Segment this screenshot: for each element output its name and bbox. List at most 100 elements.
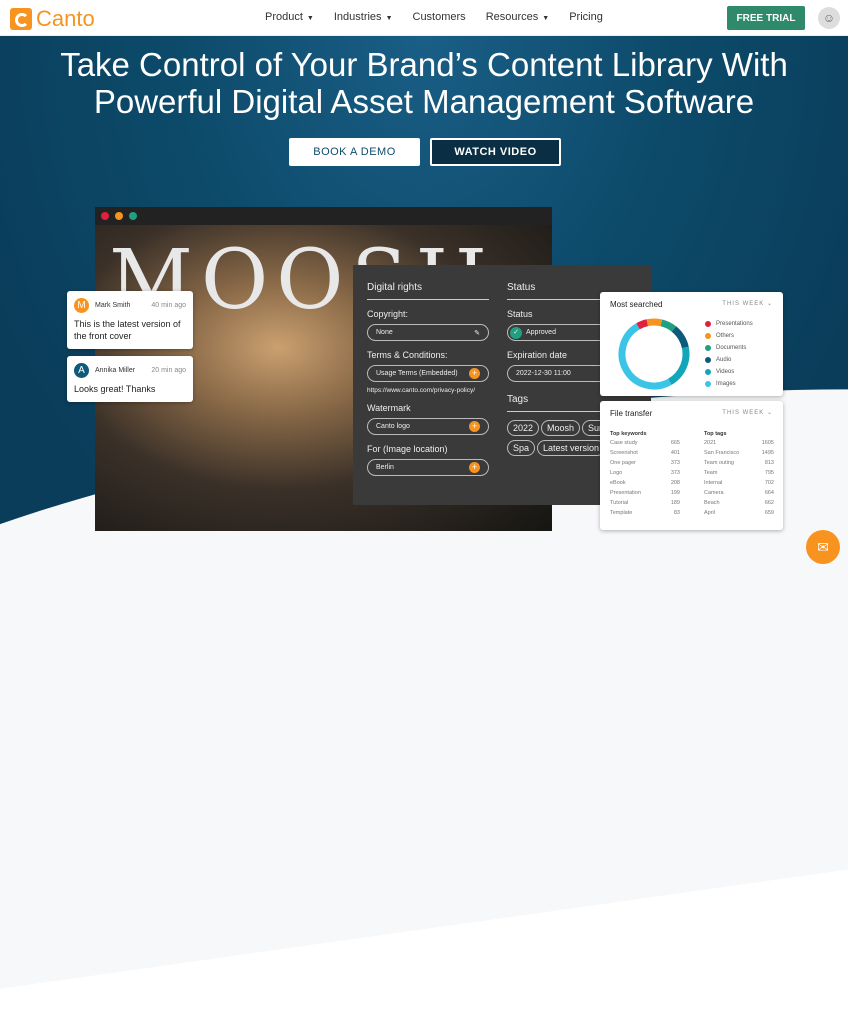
transfer-row: 2021 1605 [704, 440, 774, 450]
legend-label: Videos [716, 369, 735, 375]
watermark-value: Canto logo [376, 423, 410, 430]
donut-segment [618, 318, 690, 390]
donut-chart [618, 318, 690, 390]
legend-dot [705, 345, 711, 351]
caret-down-icon: ▼ [306, 15, 314, 22]
terms-value: Usage Terms (Embedded) [376, 370, 458, 377]
comment-author: Annika Miller [95, 367, 136, 374]
row-label: One pager [610, 460, 636, 466]
watch-video-button[interactable]: WATCH VIDEO [430, 138, 561, 166]
row-count: 795 [764, 470, 774, 476]
period-dropdown[interactable]: THIS WEEK ⌄ [722, 409, 773, 416]
avatar: M [74, 298, 89, 313]
avatar: A [74, 363, 89, 378]
comment-card: M Mark Smith 40 min ago This is the latest … [67, 291, 193, 349]
nav-item-label: Resources [485, 11, 539, 23]
pencil-icon[interactable]: ✎ [474, 329, 480, 337]
row-count: 83 [673, 510, 680, 516]
tag-chip[interactable]: Latest version [537, 440, 606, 456]
legend-label: Images [716, 381, 736, 387]
chat-button[interactable]: ✉ [806, 530, 840, 564]
location-field[interactable]: Berlin + [367, 459, 489, 476]
tag-chip[interactable]: Spa [507, 440, 536, 456]
canto-logo[interactable]: Canto [10, 6, 95, 32]
transfer-row: San Francisco 1495 [704, 450, 774, 460]
chevron-down-icon: ⌄ [766, 410, 773, 416]
copyright-label: Copyright: [367, 309, 409, 319]
location-value: Berlin [376, 464, 394, 471]
legend-item: Presentations [705, 318, 753, 330]
row-label: Internal [704, 480, 723, 486]
caret-down-icon: ▼ [542, 15, 550, 22]
maximize-dot [129, 212, 137, 220]
row-label: Screenshot [610, 450, 638, 456]
transfer-row: April 659 [704, 510, 774, 520]
expiry-value: 2022-12-30 11:00 [516, 370, 571, 377]
row-label: Beach [704, 500, 720, 506]
check-icon: ✓ [510, 326, 522, 339]
watermark-field[interactable]: Canto logo + [367, 418, 489, 435]
transfer-row: Template 83 [610, 510, 680, 520]
nav-item[interactable]: Industries ▼ [334, 11, 393, 23]
row-count: 373 [670, 460, 680, 466]
nav-item-label: Pricing [569, 11, 603, 23]
legend-item: Images [705, 378, 753, 390]
copyright-value: None [376, 329, 393, 336]
book-demo-button[interactable]: BOOK A DEMO [289, 138, 420, 166]
row-count: 664 [764, 490, 774, 496]
caret-down-icon: ▼ [385, 15, 393, 22]
copyright-field[interactable]: None ✎ [367, 324, 489, 341]
row-label: Team [704, 470, 718, 476]
row-label: April [704, 510, 716, 516]
row-label: eBook [610, 480, 626, 486]
keywords-heading: Top keywords [610, 431, 647, 437]
user-icon[interactable]: ☺ [818, 7, 840, 29]
legend-item: Audio [705, 354, 753, 366]
row-label: San Francisco [704, 450, 740, 456]
legend-dot [705, 369, 711, 375]
transfer-row: Team 795 [704, 470, 774, 480]
top-keywords: Top keywords Case study 665 Screenshot 401 On… [610, 431, 680, 520]
comment-text: Looks great! Thanks [74, 384, 156, 394]
plus-icon[interactable]: + [469, 421, 480, 432]
digital-rights-heading: Digital rights [367, 282, 489, 300]
donut-segment [618, 318, 690, 390]
row-count: 659 [764, 510, 774, 516]
most-searched-card: Most searched THIS WEEK ⌄ Presentations O… [600, 292, 783, 396]
chart-legend: Presentations Others Documents Audio Videos I… [705, 318, 753, 390]
nav-item[interactable]: Pricing [569, 11, 603, 23]
chevron-down-icon: ⌄ [766, 301, 773, 307]
donut-segment [618, 318, 690, 390]
nav-item[interactable]: Resources ▼ [486, 11, 550, 23]
transfer-row: Presentation 199 [610, 490, 680, 500]
period-dropdown[interactable]: THIS WEEK ⌄ [722, 300, 773, 307]
top-tags: Top tags 2021 1605 San Francisco 1495 Team ou… [704, 431, 774, 520]
transfer-row: Camera 664 [704, 490, 774, 500]
row-label: Logo [610, 470, 623, 476]
period-value: THIS WEEK [722, 410, 765, 416]
legend-label: Audio [716, 357, 732, 363]
plus-icon[interactable]: + [469, 462, 480, 473]
plus-icon[interactable]: + [469, 368, 480, 379]
free-trial-button[interactable]: FREE TRIAL [727, 6, 805, 30]
legend-dot [705, 357, 711, 363]
legend-item: Others [705, 330, 753, 342]
tags-heading: Top tags [704, 431, 727, 437]
nav-item[interactable]: Customers [413, 11, 466, 23]
row-label: 2021 [704, 440, 717, 446]
legend-dot [705, 321, 711, 327]
row-count: 813 [764, 460, 774, 466]
window-controls [95, 207, 552, 225]
logo-icon [10, 8, 32, 30]
nav-item[interactable]: Product ▼ [265, 11, 314, 23]
tag-chip[interactable]: 2022 [507, 420, 540, 436]
tag-chip[interactable]: Moosh [541, 420, 581, 436]
terms-field[interactable]: Usage Terms (Embedded) + [367, 365, 489, 382]
main-menu: Product ▼ Industries ▼ Customers Resources ▼ Pr… [265, 11, 603, 23]
row-count: 1495 [761, 450, 774, 456]
terms-url[interactable]: https://www.canto.com/privacy-policy/ [367, 387, 489, 394]
row-label: Presentation [610, 490, 641, 496]
donut-segment [618, 318, 690, 390]
comment-time: 40 min ago [151, 302, 186, 309]
minimize-dot [115, 212, 123, 220]
